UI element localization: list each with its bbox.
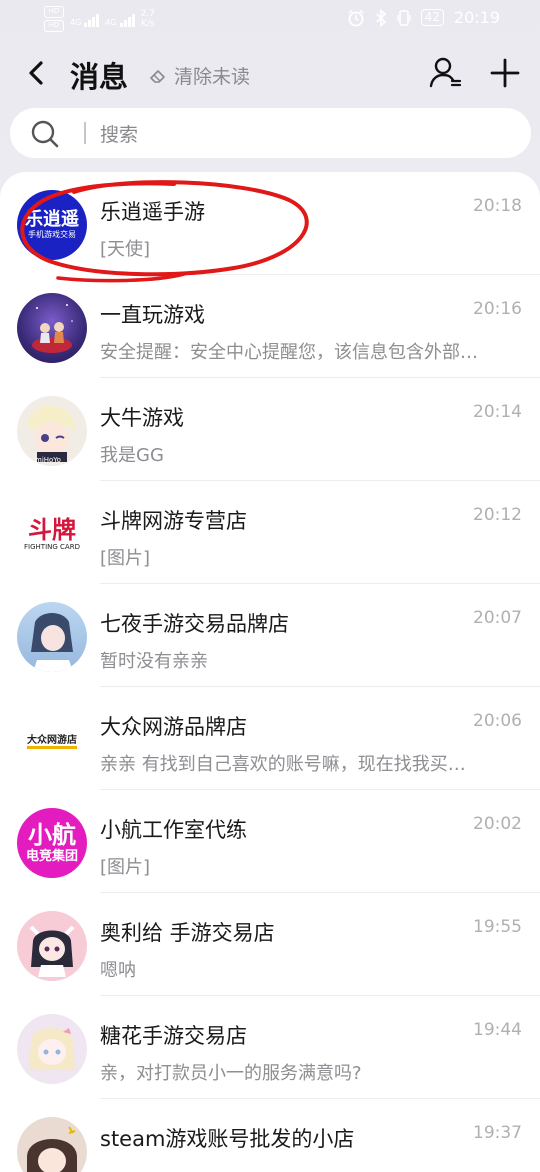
avatar-logo-subtext: FIGHTING CARD bbox=[24, 542, 80, 551]
message-time: 20:16 bbox=[473, 299, 522, 319]
avatar bbox=[17, 1014, 87, 1084]
conversation-item[interactable]: 糖花手游交易店 亲，对打款员小一的服务满意吗? 19:44 bbox=[0, 996, 540, 1099]
contact-name: steam游戏账号批发的小店 bbox=[100, 1127, 355, 1151]
avatar bbox=[17, 293, 87, 363]
cell-signal-icon: 4G bbox=[70, 11, 100, 27]
avatar-logo-text: 斗牌 bbox=[28, 515, 76, 544]
contact-name: 乐逍遥手游 bbox=[100, 200, 205, 224]
conversation-item[interactable]: miHoYo 大牛游戏 我是GG 20:14 bbox=[0, 378, 540, 481]
conversation-item[interactable]: 小航 电竞集团 小航工作室代练 [图片] 20:02 bbox=[0, 790, 540, 893]
search-icon bbox=[31, 120, 59, 148]
avatar-illustration bbox=[29, 925, 75, 977]
contact-name: 斗牌网游专营店 bbox=[100, 509, 247, 533]
contact-name: 糖花手游交易店 bbox=[100, 1024, 247, 1048]
conversation-item[interactable]: 奥利给 手游交易店 嗯呐 19:55 bbox=[0, 893, 540, 996]
contact-name: 小航工作室代练 bbox=[100, 818, 247, 842]
contact-name: 大牛游戏 bbox=[100, 406, 184, 430]
avatar-illustration bbox=[27, 1126, 77, 1172]
status-right: 42 20:19 bbox=[347, 8, 500, 27]
message-time: 19:55 bbox=[473, 917, 522, 937]
search-divider bbox=[84, 122, 86, 144]
message-preview: [图片] bbox=[100, 857, 151, 878]
eraser-icon bbox=[150, 69, 165, 83]
message-time: 20:12 bbox=[473, 505, 522, 525]
conversation-item[interactable]: 斗牌 FIGHTING CARD 斗牌网游专营店 [图片] 20:12 bbox=[0, 481, 540, 584]
alarm-icon bbox=[348, 9, 364, 26]
avatar: 斗牌 FIGHTING CARD bbox=[17, 499, 87, 569]
message-preview: 暂时没有亲亲 bbox=[100, 651, 208, 672]
network-speed: 2.7 K/s bbox=[141, 9, 155, 29]
message-time: 20:06 bbox=[473, 711, 522, 731]
contact-name: 一直玩游戏 bbox=[100, 303, 205, 327]
status-bar: HD HD 4G 4G 2.7 K/s 42 20:19 bbox=[0, 0, 540, 40]
hd-badge: HD bbox=[44, 20, 64, 32]
message-time: 20:07 bbox=[473, 608, 522, 628]
message-time: 20:02 bbox=[473, 814, 522, 834]
conversation-item[interactable]: 乐逍遥 手机游戏交易 乐逍遥手游 [天使] 20:18 bbox=[0, 172, 540, 275]
message-preview: 亲，对打款员小一的服务满意吗? bbox=[100, 1063, 362, 1084]
avatar: miHoYo bbox=[17, 396, 87, 466]
message-preview: [天使] bbox=[100, 239, 151, 260]
avatar-logo-subtext: 手机游戏交易 bbox=[28, 230, 76, 239]
page-title: 消息 bbox=[70, 60, 129, 94]
avatar-logo-text: 乐逍遥 bbox=[25, 209, 79, 230]
message-preview: 安全提醒：安全中心提醒您，该信息包含外部… bbox=[100, 342, 478, 363]
status-left: HD HD 4G 4G 2.7 K/s bbox=[44, 6, 155, 32]
avatar-logo-subtext: 电竞集团 bbox=[25, 848, 78, 864]
avatar: 小航 电竞集团 bbox=[17, 808, 87, 878]
vibrate-icon bbox=[396, 9, 411, 26]
bluetooth-icon bbox=[376, 8, 386, 27]
back-arrow-icon[interactable] bbox=[22, 56, 52, 90]
battery-indicator: 42 bbox=[420, 9, 444, 26]
message-time: 19:37 bbox=[473, 1123, 522, 1143]
avatar-illustration bbox=[29, 1028, 75, 1070]
avatar-illustration bbox=[32, 304, 73, 353]
message-preview: [图片] bbox=[100, 548, 151, 569]
avatar bbox=[17, 911, 87, 981]
message-preview: 我是GG bbox=[100, 445, 164, 466]
avatar-watermark: miHoYo bbox=[35, 456, 61, 464]
search-placeholder[interactable]: 搜索 bbox=[100, 120, 138, 147]
clear-unread-button[interactable]: 清除未读 bbox=[148, 62, 250, 89]
avatar-logo-text: 小航 bbox=[28, 820, 76, 849]
message-time: 20:14 bbox=[473, 402, 522, 422]
contact-name: 奥利给 手游交易店 bbox=[100, 921, 275, 945]
avatar bbox=[17, 602, 87, 672]
message-preview: 嗯呐 bbox=[100, 960, 136, 981]
contacts-icon[interactable] bbox=[428, 54, 464, 90]
clear-unread-label: 清除未读 bbox=[174, 66, 251, 88]
avatar: 乐逍遥 手机游戏交易 bbox=[17, 190, 87, 260]
network-type: 4G bbox=[105, 18, 117, 27]
network-type: 4G bbox=[70, 18, 82, 27]
add-icon[interactable] bbox=[488, 56, 522, 90]
hd-badge: HD bbox=[44, 6, 64, 18]
cell-signal-icon: 4G bbox=[105, 11, 135, 27]
avatar: 大众网游店 bbox=[17, 705, 87, 775]
conversation-item[interactable]: 七夜手游交易品牌店 暂时没有亲亲 20:07 bbox=[0, 584, 540, 687]
message-list: 乐逍遥 手机游戏交易 乐逍遥手游 [天使] 20:18 一直玩游戏 安全提醒：安… bbox=[0, 172, 540, 1172]
search-bar[interactable]: 搜索 bbox=[10, 108, 531, 158]
message-time: 20:18 bbox=[473, 196, 522, 216]
conversation-item[interactable]: steam游戏账号批发的小店 19:37 bbox=[0, 1099, 540, 1172]
message-preview: 亲亲 有找到自己喜欢的账号嘛，现在找我买… bbox=[100, 754, 466, 775]
header: 消息 清除未读 bbox=[0, 46, 540, 102]
speed-unit: K/s bbox=[140, 19, 155, 29]
hd-indicators: HD HD bbox=[44, 6, 64, 32]
avatar-illustration bbox=[31, 613, 73, 672]
avatar bbox=[17, 1117, 87, 1172]
conversation-item[interactable]: 一直玩游戏 安全提醒：安全中心提醒您，该信息包含外部… 20:16 bbox=[0, 275, 540, 378]
speed-value: 2.7 bbox=[140, 9, 155, 19]
clock: 20:19 bbox=[453, 8, 500, 27]
contact-name: 七夜手游交易品牌店 bbox=[100, 612, 289, 636]
avatar-logo-text: 大众网游店 bbox=[27, 731, 77, 749]
conversation-item[interactable]: 大众网游店 大众网游品牌店 亲亲 有找到自己喜欢的账号嘛，现在找我买… 20:0… bbox=[0, 687, 540, 790]
message-time: 19:44 bbox=[473, 1020, 522, 1040]
contact-name: 大众网游品牌店 bbox=[100, 715, 247, 739]
